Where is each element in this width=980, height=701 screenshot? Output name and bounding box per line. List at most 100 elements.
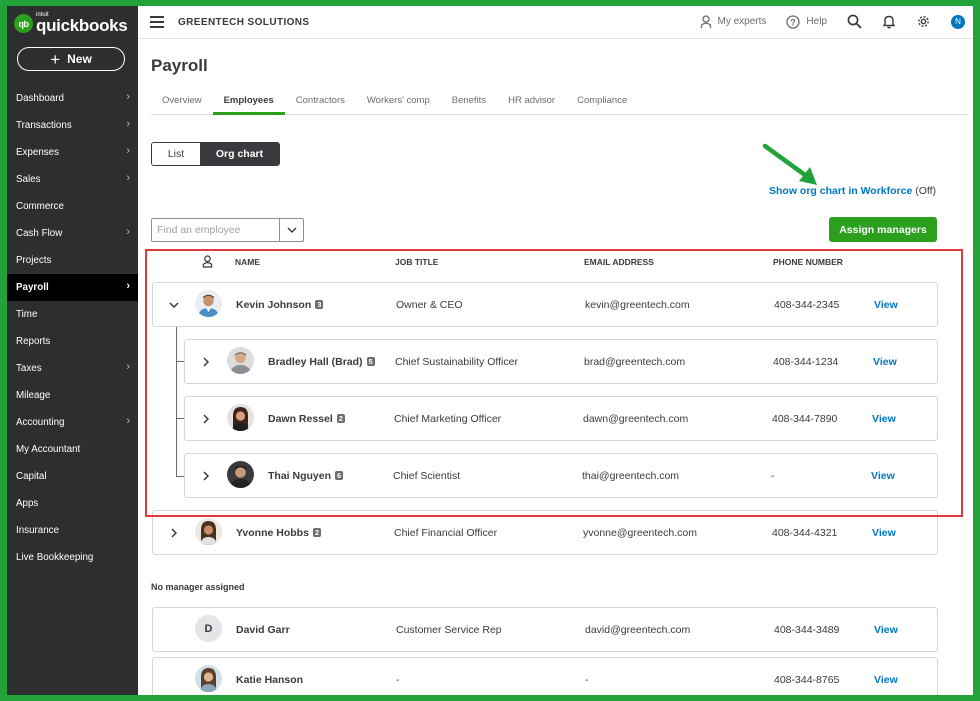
email-address: brad@greentech.com (584, 355, 686, 368)
column-header-name[interactable]: NAME (235, 257, 260, 267)
sidebar-item-dashboard[interactable]: Dashboard › (7, 85, 138, 112)
view-link[interactable]: View (872, 397, 896, 440)
chevron-right-icon (203, 470, 209, 481)
view-link[interactable]: View (874, 283, 898, 326)
sidebar-item-accounting[interactable]: Accounting › (7, 409, 138, 436)
column-header-phone[interactable]: PHONE NUMBER (773, 257, 843, 267)
direct-reports-badge: 5 (366, 356, 375, 367)
chevron-right-icon: › (126, 172, 130, 184)
sidebar-item-capital[interactable]: Capital (7, 463, 138, 490)
expand-row-button[interactable] (169, 511, 179, 554)
employee-name[interactable]: Thai Nguyen (268, 470, 331, 482)
email-address: yvonne@greentech.com (583, 526, 697, 539)
org-tree-branch (176, 476, 184, 477)
new-button-label: New (67, 52, 92, 66)
view-link[interactable]: View (872, 511, 896, 554)
chevron-right-icon: › (126, 415, 130, 427)
view-link[interactable]: View (871, 454, 895, 497)
org-tree-branch (176, 418, 184, 419)
company-name: GREENTECH SOLUTIONS (178, 17, 310, 28)
avatar (195, 518, 222, 545)
search-dropdown-button[interactable] (279, 219, 303, 241)
table-row[interactable]: Thai Nguyen 6 Chief Scientist thai@green… (184, 453, 938, 498)
collapse-row-button[interactable] (169, 283, 179, 326)
tab-employees[interactable]: Employees (212, 88, 285, 115)
expand-row-button[interactable] (201, 340, 211, 383)
chevron-right-icon (203, 356, 209, 367)
phone-number: 408-344-1234 (773, 355, 839, 368)
app-window: qb intuit quickbooks + New Dashboard › Tr… (7, 6, 973, 695)
table-row[interactable]: D David Garr Customer Service Rep david@… (152, 607, 938, 652)
sidebar-item-reports[interactable]: Reports (7, 328, 138, 355)
sidebar-item-my-accountant[interactable]: My Accountant (7, 436, 138, 463)
sidebar-item-commerce[interactable]: Commerce (7, 193, 138, 220)
column-header-job-title[interactable]: JOB TITLE (395, 257, 438, 267)
job-title: - (396, 673, 400, 686)
table-row[interactable]: Dawn Ressel 2 Chief Marketing Officer da… (184, 396, 938, 441)
no-manager-section-title: No manager assigned (151, 582, 245, 592)
view-link[interactable]: View (873, 340, 897, 383)
email-address: thai@greentech.com (582, 469, 680, 482)
tab-benefits[interactable]: Benefits (441, 88, 497, 114)
sidebar-item-time[interactable]: Time (7, 301, 138, 328)
my-experts-label: My experts (717, 16, 767, 27)
phone-number: 408-344-4321 (772, 526, 838, 539)
chevron-right-icon: › (126, 91, 130, 103)
avatar (227, 404, 254, 431)
tab-hr-advisor[interactable]: HR advisor (497, 88, 566, 114)
table-row[interactable]: Kevin Johnson 3 Owner & CEO kevin@greent… (152, 282, 938, 327)
user-avatar[interactable]: N (951, 14, 965, 29)
hamburger-menu-icon[interactable] (150, 16, 164, 28)
sidebar-item-live-bookkeeping[interactable]: Live Bookkeeping (7, 544, 138, 571)
employee-name[interactable]: Dawn Ressel (268, 413, 333, 425)
sidebar-item-expenses[interactable]: Expenses › (7, 139, 138, 166)
table-row[interactable]: Yvonne Hobbs 2 Chief Financial Officer y… (152, 510, 938, 555)
sidebar-item-projects[interactable]: Projects (7, 247, 138, 274)
employee-name[interactable]: Kevin Johnson (236, 299, 311, 311)
show-org-chart-workforce-link[interactable]: Show org chart in Workforce (Off) (769, 185, 936, 197)
quickbooks-logo[interactable]: qb intuit quickbooks (14, 12, 128, 35)
avatar (227, 461, 254, 488)
my-experts-button[interactable]: My experts (700, 14, 767, 29)
top-bar: GREENTECH SOLUTIONS My experts ? Help N (138, 6, 973, 39)
settings-button[interactable] (916, 14, 931, 29)
search-button[interactable] (847, 14, 862, 29)
table-row[interactable]: Bradley Hall (Brad) 5 Chief Sustainabili… (184, 339, 938, 384)
payroll-tabs: Overview Employees Contractors Workers' … (151, 88, 969, 115)
sidebar-item-mileage[interactable]: Mileage (7, 382, 138, 409)
list-view-button[interactable]: List (152, 143, 200, 165)
new-button[interactable]: + New (17, 47, 125, 71)
job-title: Chief Marketing Officer (394, 412, 502, 425)
person-column-icon (202, 255, 213, 268)
tab-workers-comp[interactable]: Workers' comp (356, 88, 441, 114)
sidebar-item-transactions[interactable]: Transactions › (7, 112, 138, 139)
view-toggle: List Org chart (151, 142, 280, 166)
direct-reports-badge: 3 (315, 299, 324, 310)
org-chart-view-button[interactable]: Org chart (200, 143, 279, 165)
workforce-link-label: Show org chart in Workforce (769, 185, 913, 197)
expand-row-button[interactable] (201, 397, 211, 440)
tab-overview[interactable]: Overview (151, 88, 213, 114)
employee-name[interactable]: Yvonne Hobbs (236, 527, 309, 539)
sidebar-item-cash-flow[interactable]: Cash Flow › (7, 220, 138, 247)
column-header-email[interactable]: EMAIL ADDRESS (584, 257, 654, 267)
sidebar-item-apps[interactable]: Apps (7, 490, 138, 517)
view-link[interactable]: View (874, 658, 898, 695)
employee-name[interactable]: David Garr (236, 608, 290, 651)
table-row[interactable]: Katie Hanson - - 408-344-8765 View (152, 657, 938, 695)
tab-contractors[interactable]: Contractors (285, 88, 356, 114)
search-input[interactable] (152, 219, 279, 241)
assign-managers-button[interactable]: Assign managers (829, 217, 937, 242)
employee-name[interactable]: Bradley Hall (Brad) (268, 356, 363, 368)
sidebar-item-insurance[interactable]: Insurance (7, 517, 138, 544)
help-button[interactable]: ? Help (786, 14, 827, 29)
expand-row-button[interactable] (201, 454, 211, 497)
sidebar-item-payroll[interactable]: Payroll › (7, 274, 138, 301)
view-link[interactable]: View (874, 608, 898, 651)
sidebar-nav: Dashboard › Transactions › Expenses › Sales… (7, 85, 138, 571)
tab-compliance[interactable]: Compliance (566, 88, 638, 114)
sidebar-item-sales[interactable]: Sales › (7, 166, 138, 193)
sidebar-item-taxes[interactable]: Taxes › (7, 355, 138, 382)
notifications-button[interactable] (882, 14, 896, 29)
employee-name[interactable]: Katie Hanson (236, 658, 303, 695)
